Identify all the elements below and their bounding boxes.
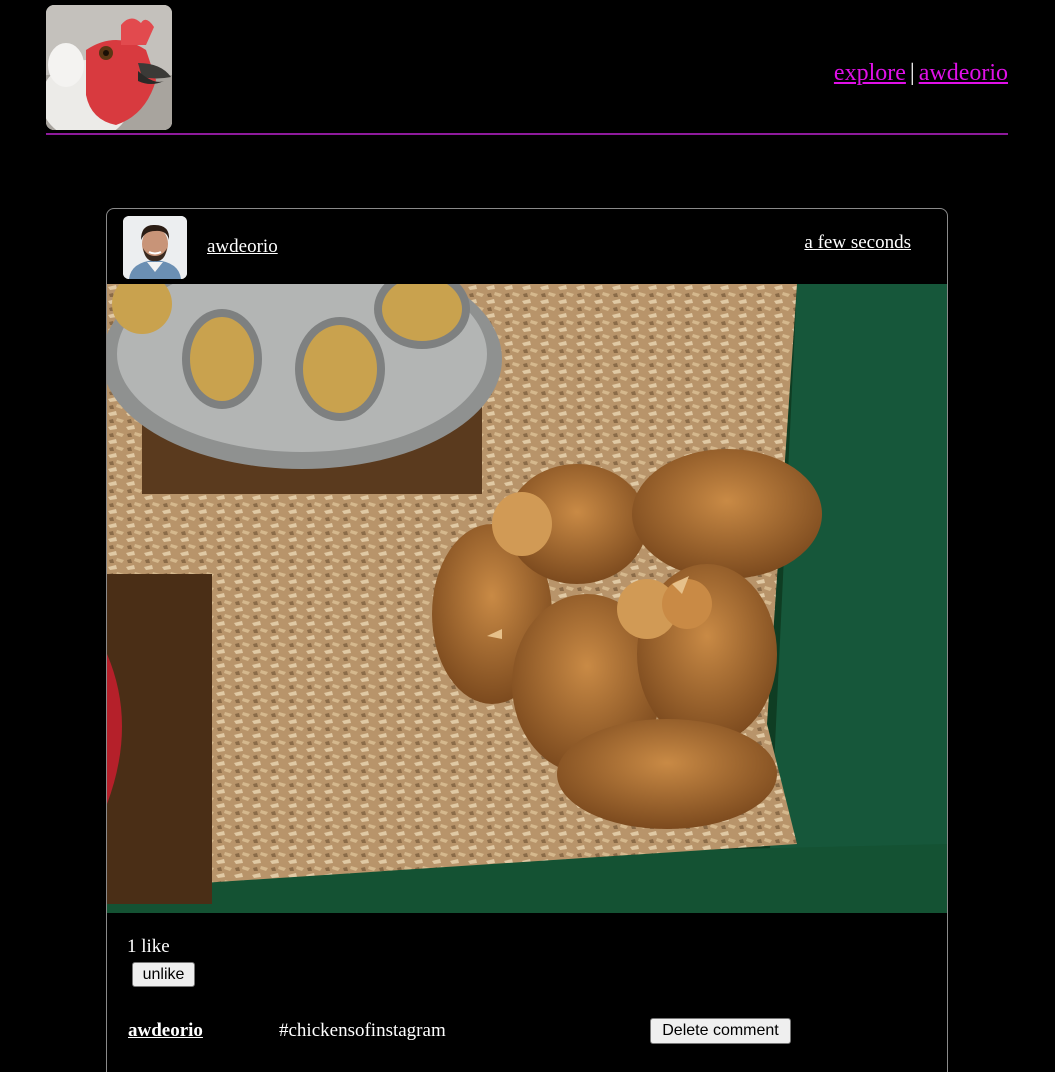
page: explore | awdeorio awdeorio a few seconds bbox=[0, 0, 1055, 1072]
nav-separator: | bbox=[909, 60, 915, 86]
comment-text: #chickensofinstagram bbox=[279, 1020, 446, 1041]
post-timestamp-link[interactable]: a few seconds bbox=[804, 232, 911, 254]
post-card: awdeorio a few seconds 1 like unlike awd… bbox=[106, 208, 948, 1072]
chicks-in-brooder-photo bbox=[107, 284, 947, 913]
unlike-button[interactable]: unlike bbox=[132, 962, 195, 987]
explore-link[interactable]: explore bbox=[834, 60, 906, 86]
post-owner-link[interactable]: awdeorio bbox=[207, 236, 278, 258]
owner-avatar-photo[interactable] bbox=[123, 216, 187, 279]
likes-count: 1 like bbox=[127, 936, 170, 957]
comment-owner-link[interactable]: awdeorio bbox=[128, 1020, 203, 1042]
user-profile-link[interactable]: awdeorio bbox=[919, 60, 1008, 86]
top-nav: explore | awdeorio bbox=[834, 60, 1008, 87]
header-divider bbox=[46, 133, 1008, 135]
chicken-logo-icon[interactable] bbox=[46, 5, 172, 130]
delete-comment-button[interactable]: Delete comment bbox=[650, 1018, 791, 1044]
